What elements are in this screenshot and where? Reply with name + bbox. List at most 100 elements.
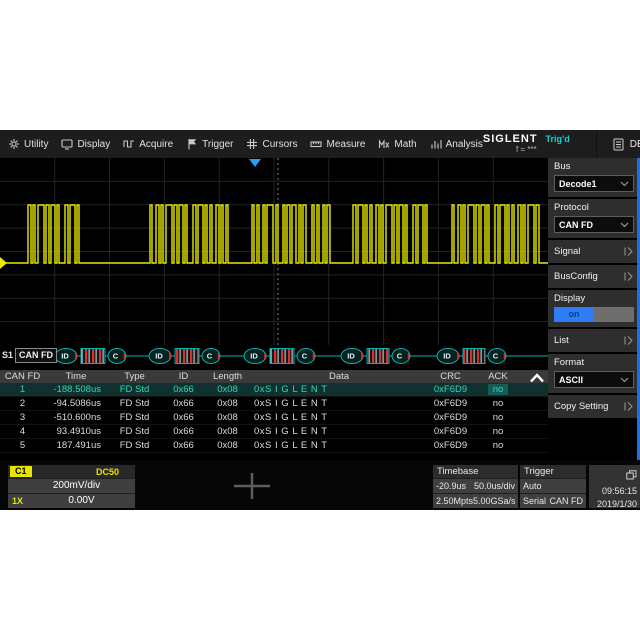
cell-length: 0x08 xyxy=(205,425,250,438)
svg-text:C: C xyxy=(113,352,119,361)
col-header-length: Length xyxy=(205,370,250,383)
table-scroll-up-icon[interactable] xyxy=(528,372,546,384)
cell-id: 0x66 xyxy=(162,439,205,452)
analysis-icon xyxy=(430,138,442,150)
decode-frame[interactable]: IDC xyxy=(244,349,315,364)
gear-icon xyxy=(8,138,20,150)
cell-ack: no xyxy=(473,383,523,396)
status-bar: C1 DC50 200mV/div 1X 0.00V Timebase -20.… xyxy=(0,460,640,510)
cursors-icon xyxy=(246,138,258,150)
cell-time: -94.5086us xyxy=(45,397,107,410)
cell-crc: 0xF6D9 xyxy=(428,397,473,410)
col-header-busname: CAN FD xyxy=(0,370,45,383)
menu-display[interactable]: Display xyxy=(61,138,110,150)
frequency-readout: f = *** xyxy=(516,145,537,155)
table-row-3[interactable]: 3-510.600nsFD Std0x660x080xS I G L E N T… xyxy=(0,411,548,425)
decode-frames-svg: IDCIDCIDCIDCIDC xyxy=(0,345,548,367)
timebase-descriptor[interactable]: Timebase -20.9us 50.0us/div 2.50Mpts 5.0… xyxy=(433,465,518,508)
cell-crc: 0xF6D9 xyxy=(428,383,473,396)
waveform-area[interactable]: IDCIDCIDCIDCIDC S1 CAN FD CAN FD Time Ty… xyxy=(0,158,548,460)
decode-panel-title: DECODE xyxy=(630,139,640,150)
channel1-badge: C1 xyxy=(10,466,32,477)
table-row-2[interactable]: 2-94.5086usFD Std0x660x080xS I G L E N T… xyxy=(0,397,548,411)
oscilloscope-screen: Utility Display Acquire Trigger Cursors Measu… xyxy=(0,130,640,510)
clock-time: 09:56:15 xyxy=(589,485,637,498)
display-toggle[interactable]: on xyxy=(554,307,634,322)
submenu-arrow-icon xyxy=(623,402,634,411)
clock-box[interactable]: 09:56:15 2019/1/30 xyxy=(589,465,640,508)
cell-ack: no xyxy=(473,397,523,410)
siglent-logo: SIGLENT xyxy=(483,134,538,144)
trigger-position-marker[interactable] xyxy=(249,159,261,167)
cell-ack: no xyxy=(473,439,523,452)
cell-id: 0x66 xyxy=(162,411,205,424)
display-icon xyxy=(61,138,73,150)
decode-frame[interactable]: ID C xyxy=(149,349,220,364)
svg-text:ID: ID xyxy=(347,352,355,361)
menu-measure[interactable]: Measure xyxy=(310,138,365,150)
cell-crc: 0xF6D9 xyxy=(428,439,473,452)
decode-frame[interactable]: IDC xyxy=(55,349,126,364)
decode-track: IDCIDCIDCIDCIDC S1 CAN FD xyxy=(0,345,548,367)
channel1-level-marker[interactable] xyxy=(0,257,7,269)
col-header-ack: ACK xyxy=(473,370,523,383)
menu-label: Analysis xyxy=(446,139,483,150)
submenu-arrow-icon xyxy=(623,272,634,281)
busconfig-label: BusConfig xyxy=(554,271,598,282)
cell-data: 0xS I G L E N T xyxy=(250,439,428,452)
menu-acquire[interactable]: Acquire xyxy=(123,138,173,150)
panel-signal[interactable]: Signal xyxy=(548,240,640,263)
decode-sidebar: Bus Decode1 Protocol CAN FD Signal BusCo… xyxy=(548,158,640,460)
svg-text:ID: ID xyxy=(443,352,451,361)
menu-label: Display xyxy=(77,139,110,150)
table-row-1[interactable]: 1-188.508usFD Std0x660x080xS I G L E N T… xyxy=(0,383,548,397)
add-trace-button[interactable] xyxy=(232,472,272,500)
acquire-points: 2.50Mpts xyxy=(436,494,473,508)
clock-date: 2019/1/30 xyxy=(589,498,637,510)
chevron-down-icon xyxy=(620,377,629,383)
signal-label: Signal xyxy=(554,246,580,257)
cell-num: 1 xyxy=(0,383,45,396)
flag-icon xyxy=(186,138,198,150)
menu-label: Cursors xyxy=(262,139,297,150)
svg-text:ID: ID xyxy=(155,352,163,361)
protocol-select[interactable]: CAN FD xyxy=(554,216,634,233)
svg-text:C: C xyxy=(207,352,213,361)
decode-panel-header[interactable]: DECODE xyxy=(596,130,640,158)
table-row-4[interactable]: 493.4910usFD Std0x660x080xS I G L E N T0… xyxy=(0,425,548,439)
menu-items: Utility Display Acquire Trigger Cursors Measu… xyxy=(0,138,483,150)
format-select[interactable]: ASCII xyxy=(554,371,634,388)
menu-trigger[interactable]: Trigger xyxy=(186,138,233,150)
panel-copy-setting[interactable]: Copy Setting xyxy=(548,395,640,418)
bus-select[interactable]: Decode1 xyxy=(554,175,634,192)
decode-bus-label[interactable]: CAN FD xyxy=(15,348,57,363)
menu-label: Measure xyxy=(326,139,365,150)
channel1-descriptor[interactable]: C1 DC50 200mV/div 1X 0.00V xyxy=(8,465,135,508)
decode-table-header: CAN FD Time Type ID Length Data CRC ACK xyxy=(0,370,548,383)
col-header-type: Type xyxy=(107,370,162,383)
svg-text:C: C xyxy=(302,352,308,361)
decode-frame[interactable]: IDC xyxy=(341,349,410,364)
cell-ack: no xyxy=(473,411,523,424)
svg-text:C: C xyxy=(493,352,499,361)
trigger-descriptor[interactable]: Trigger Auto Serial CAN FD xyxy=(520,465,586,508)
menu-math[interactable]: Math xyxy=(378,138,416,150)
cell-length: 0x08 xyxy=(205,397,250,410)
menu-analysis[interactable]: Analysis xyxy=(430,138,483,150)
panel-bus: Bus Decode1 xyxy=(548,158,640,197)
graticule xyxy=(0,158,548,345)
menu-utility[interactable]: Utility xyxy=(8,138,48,150)
panel-display: Display on xyxy=(548,290,640,327)
panel-list[interactable]: List xyxy=(548,329,640,352)
panel-busconfig[interactable]: BusConfig xyxy=(548,265,640,288)
menu-cursors[interactable]: Cursors xyxy=(246,138,297,150)
protocol-label: Protocol xyxy=(554,202,634,213)
decode-frame[interactable]: ID C xyxy=(437,349,506,364)
col-header-id: ID xyxy=(162,370,205,383)
decode-table-body: 1-188.508usFD Std0x660x080xS I G L E N T… xyxy=(0,383,548,453)
display-label: Display xyxy=(554,293,634,304)
timebase-title: Timebase xyxy=(433,465,518,478)
protocol-select-value: CAN FD xyxy=(559,220,593,230)
submenu-arrow-icon xyxy=(623,247,634,256)
table-row-5[interactable]: 5187.491usFD Std0x660x080xS I G L E N T0… xyxy=(0,439,548,453)
